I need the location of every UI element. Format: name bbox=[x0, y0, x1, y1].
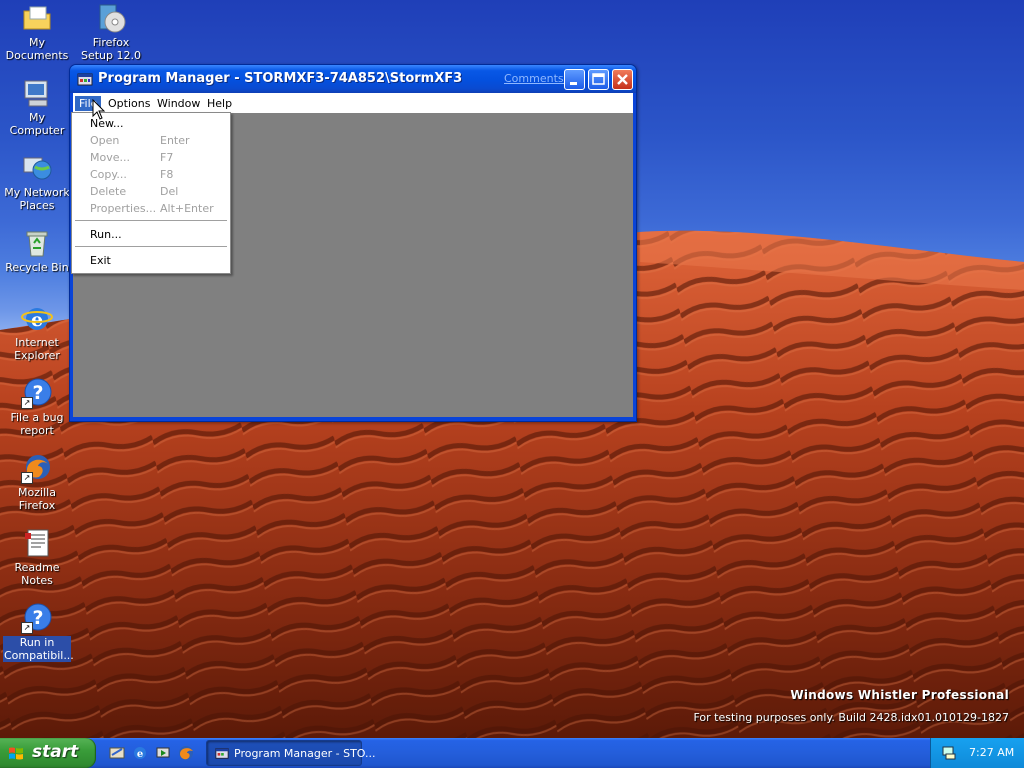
desktop-icon-readme-notes[interactable]: Readme Notes bbox=[0, 527, 74, 587]
menu-item-copy: Copy... F8 bbox=[72, 166, 230, 183]
document-notes-icon bbox=[21, 527, 53, 559]
firefox-icon: ↗ bbox=[21, 452, 53, 484]
program-manager-icon bbox=[215, 748, 229, 759]
menu-item-label: Properties... bbox=[90, 202, 157, 215]
minimize-icon bbox=[570, 82, 577, 85]
menu-item-delete: Delete Del bbox=[72, 183, 230, 200]
menu-item-label: Move... bbox=[90, 151, 130, 164]
menu-window[interactable]: Window bbox=[153, 96, 204, 111]
installer-cd-icon bbox=[95, 2, 127, 34]
menu-item-shortcut: Del bbox=[160, 185, 179, 198]
desktop-icon-label: Readme Notes bbox=[14, 561, 60, 587]
network-tray-icon[interactable] bbox=[941, 745, 957, 761]
title-bar[interactable]: Program Manager - STORMXF3-74A852\StormX… bbox=[70, 65, 636, 93]
start-label: start bbox=[32, 742, 79, 762]
menu-item-exit[interactable]: Exit bbox=[72, 252, 230, 269]
shortcut-arrow-icon: ↗ bbox=[21, 622, 33, 634]
desktop-icon-recycle-bin[interactable]: Recycle Bin bbox=[0, 227, 74, 274]
recycle-bin-icon bbox=[21, 227, 53, 259]
desktop-icon-my-network-places[interactable]: My Network Places bbox=[0, 152, 74, 212]
desktop-icon-my-computer[interactable]: My Computer bbox=[0, 77, 74, 137]
desktop-icon-label: My Computer bbox=[9, 111, 65, 137]
menu-item-label: Open bbox=[90, 134, 120, 147]
program-manager-icon[interactable] bbox=[77, 71, 93, 87]
desktop-icon-label: Firefox Setup 12.0 bbox=[80, 36, 141, 62]
desktop-icon-my-documents[interactable]: My Documents bbox=[0, 2, 74, 62]
menu-item-shortcut: Alt+Enter bbox=[160, 202, 214, 215]
menu-separator bbox=[75, 220, 227, 221]
build-watermark: For testing purposes only. Build 2428.id… bbox=[693, 711, 1009, 724]
svg-text:e: e bbox=[137, 749, 143, 760]
menu-item-label: Copy... bbox=[90, 168, 127, 181]
start-button[interactable]: start bbox=[0, 738, 96, 768]
menu-item-properties: Properties... Alt+Enter bbox=[72, 200, 230, 217]
internet-explorer-icon: e bbox=[21, 302, 53, 334]
file-menu-dropdown: New... Open Enter Move... F7 Copy... F8 … bbox=[71, 112, 231, 274]
minimize-button[interactable] bbox=[564, 69, 585, 90]
menu-item-label: Delete bbox=[90, 185, 127, 198]
internet-explorer-quicklaunch-icon[interactable]: e bbox=[132, 745, 148, 761]
desktop-icon-run-in-compatibility[interactable]: ? ↗ Run in Compatibil... bbox=[0, 602, 74, 662]
firefox-quicklaunch-icon[interactable] bbox=[178, 745, 194, 761]
computer-icon bbox=[21, 77, 53, 109]
maximize-button[interactable] bbox=[588, 69, 609, 90]
clock[interactable]: 7:27 AM bbox=[969, 746, 1014, 759]
desktop-icon-file-a-bug-report[interactable]: ? ↗ File a bug report bbox=[0, 377, 74, 437]
menu-item-open: Open Enter bbox=[72, 132, 230, 149]
taskbar-button-program-manager[interactable]: Program Manager - STO... bbox=[206, 740, 376, 766]
menu-options[interactable]: Options bbox=[104, 96, 154, 111]
mouse-cursor-icon bbox=[92, 99, 106, 120]
menu-item-label: Run... bbox=[90, 228, 122, 241]
taskbar: start e Program Manager - STO... 7:27 AM bbox=[0, 738, 1024, 768]
desktop-icon-label: File a bug report bbox=[10, 411, 64, 437]
desktop-icon-firefox-setup[interactable]: Firefox Setup 12.0 bbox=[74, 2, 148, 62]
desktop-icon-mozilla-firefox[interactable]: ↗ Mozilla Firefox bbox=[0, 452, 74, 512]
desktop-icon-label: Internet Explorer bbox=[14, 336, 60, 362]
comments-link[interactable]: Comments? bbox=[504, 72, 569, 85]
desktop-icon-label: Recycle Bin bbox=[5, 261, 69, 274]
menu-item-label: Exit bbox=[90, 254, 111, 267]
desktop-icon-label: My Documents bbox=[5, 36, 69, 62]
close-icon bbox=[617, 74, 628, 85]
menu-item-run[interactable]: Run... bbox=[72, 226, 230, 243]
menu-item-shortcut: Enter bbox=[160, 134, 190, 147]
shortcut-arrow-icon: ↗ bbox=[21, 397, 33, 409]
folder-icon bbox=[21, 2, 53, 34]
show-desktop-icon[interactable] bbox=[109, 745, 125, 761]
menu-separator bbox=[75, 246, 227, 247]
menu-bar: File Options Window Help bbox=[73, 93, 633, 113]
windows-flag-icon bbox=[9, 747, 23, 760]
close-button[interactable] bbox=[612, 69, 633, 90]
help-question-icon: ? ↗ bbox=[21, 602, 53, 634]
media-player-icon[interactable] bbox=[155, 745, 171, 761]
menu-help[interactable]: Help bbox=[203, 96, 236, 111]
system-tray: 7:27 AM bbox=[930, 738, 1024, 768]
shortcut-arrow-icon: ↗ bbox=[21, 472, 33, 484]
network-globe-icon bbox=[21, 152, 53, 184]
menu-item-move: Move... F7 bbox=[72, 149, 230, 166]
desktop-icon-label: My Network Places bbox=[4, 186, 70, 212]
taskbar-button-label: Program Manager - STO... bbox=[234, 747, 376, 760]
maximize-icon bbox=[592, 73, 605, 85]
desktop-icon-label: Run in Compatibil... bbox=[3, 636, 74, 662]
window-title: Program Manager - STORMXF3-74A852\StormX… bbox=[98, 71, 463, 86]
help-question-icon: ? ↗ bbox=[21, 377, 53, 409]
menu-item-shortcut: F8 bbox=[160, 168, 174, 181]
svg-text:?: ? bbox=[32, 382, 43, 404]
desktop-icon-label: Mozilla Firefox bbox=[18, 486, 56, 512]
svg-text:?: ? bbox=[32, 607, 43, 629]
os-version-watermark: Windows Whistler Professional bbox=[790, 688, 1009, 702]
desktop-icon-internet-explorer[interactable]: e Internet Explorer bbox=[0, 302, 74, 362]
menu-item-shortcut: F7 bbox=[160, 151, 174, 164]
